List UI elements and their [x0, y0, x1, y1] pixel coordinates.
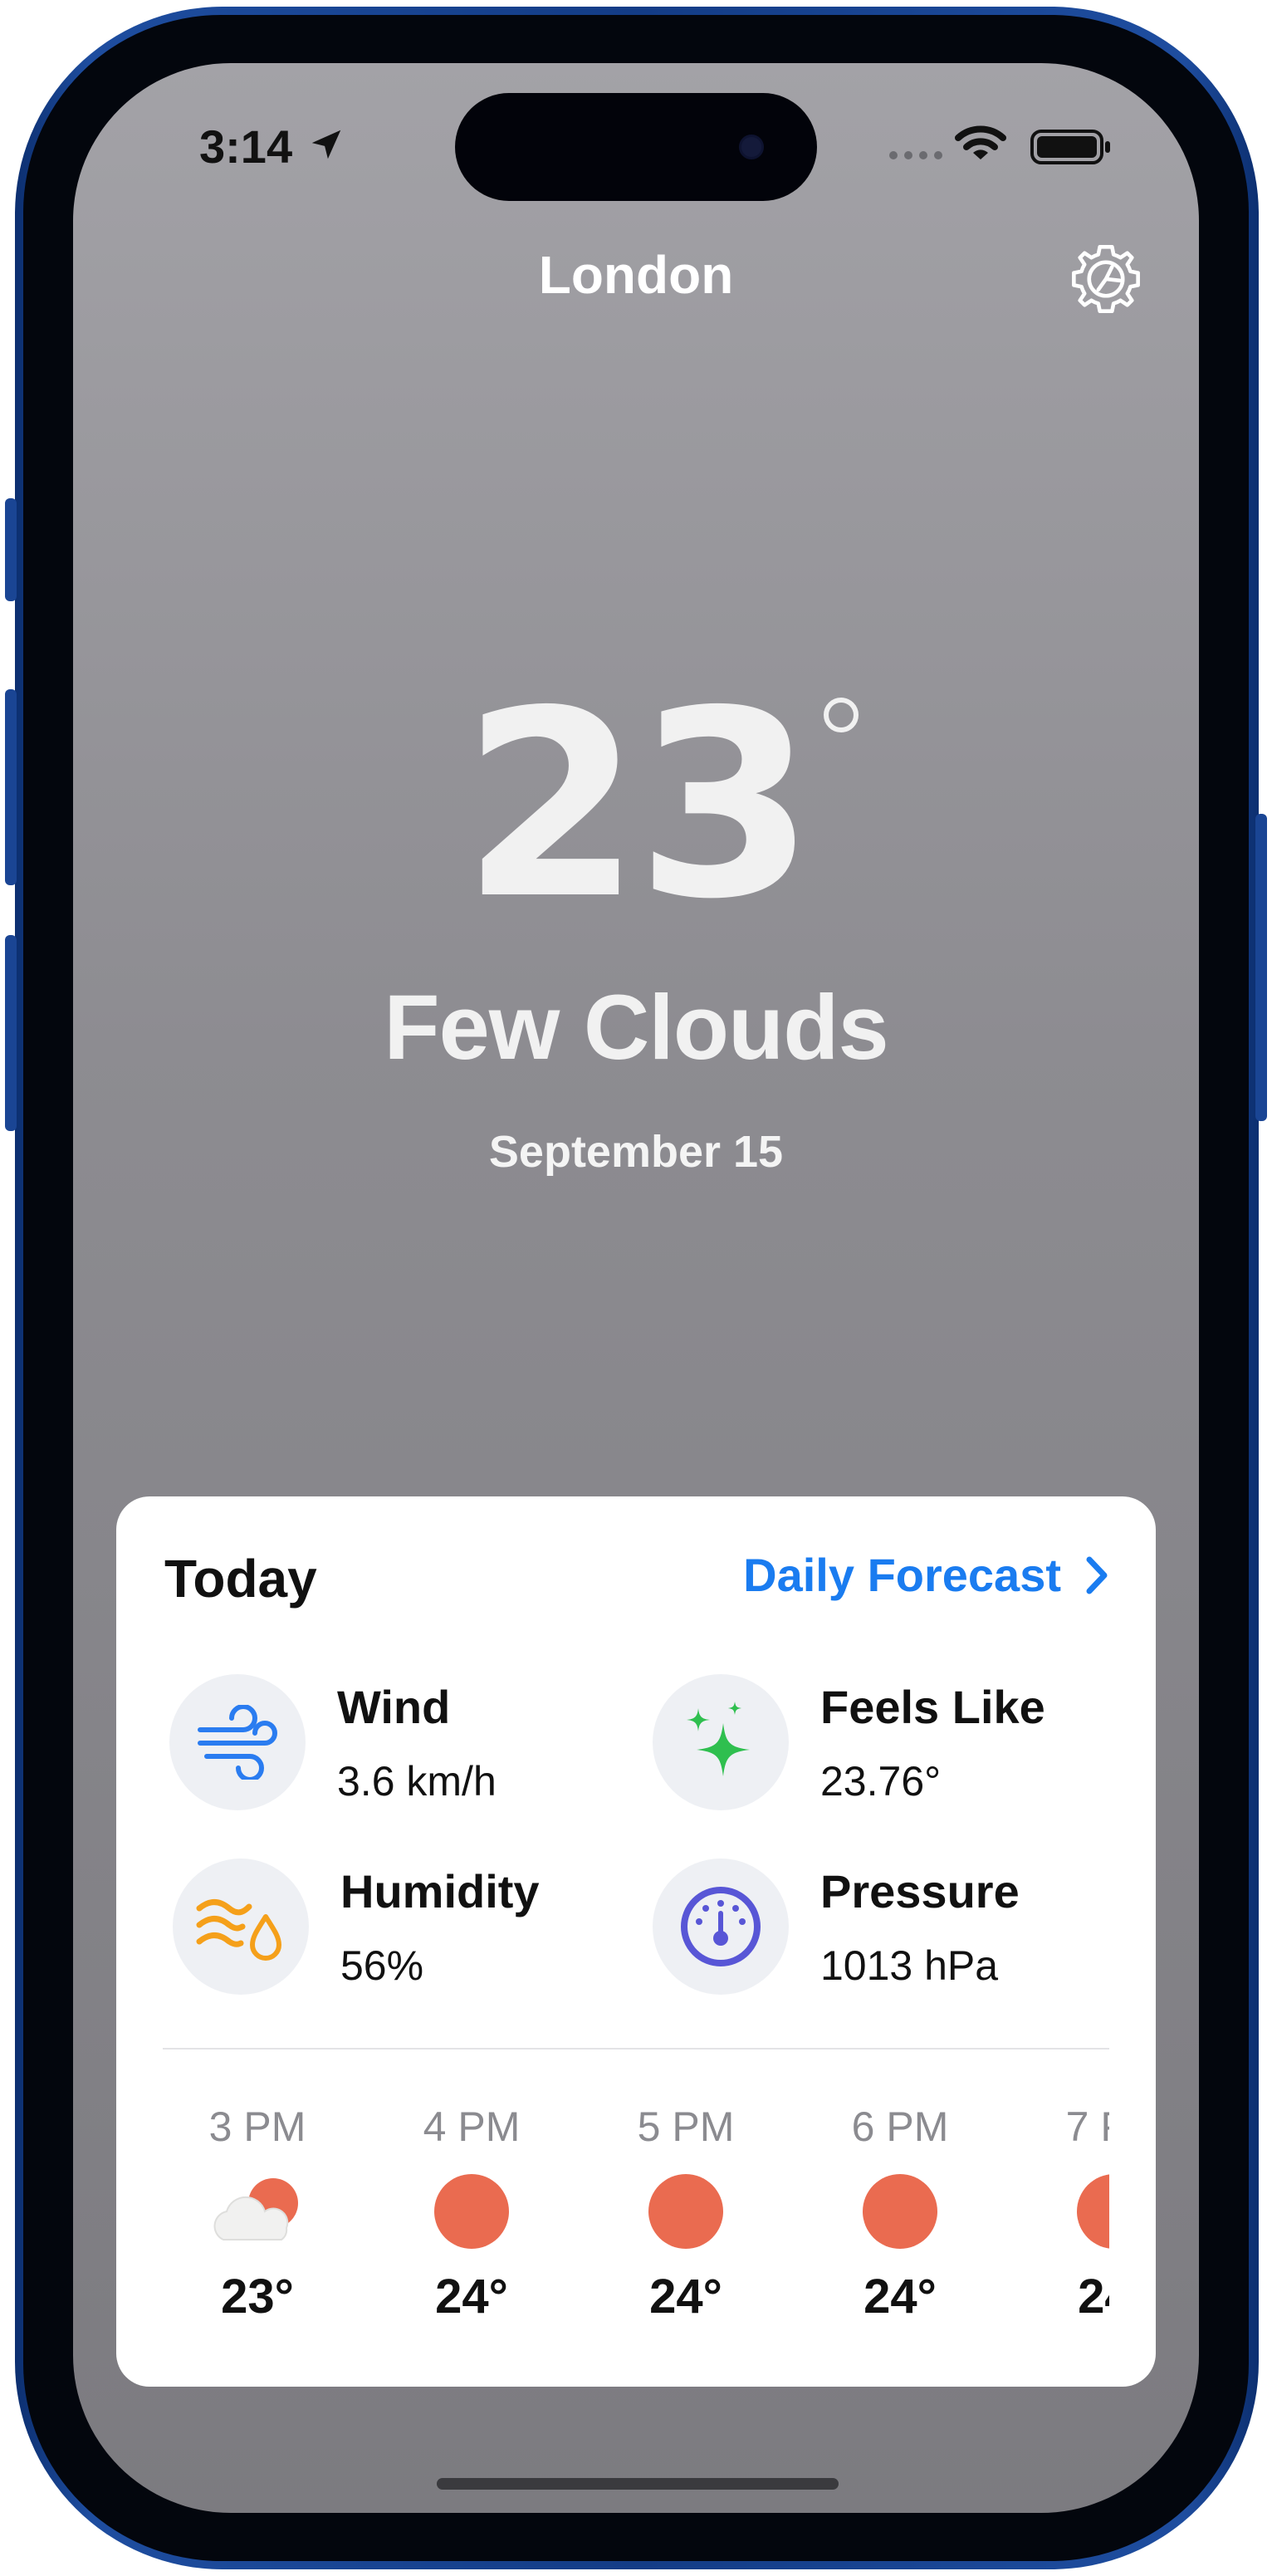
volume-down-button — [5, 935, 17, 1131]
card-title: Today — [164, 1549, 317, 1609]
today-card: Today Daily Forecast Wind 3.6 km/h Feels… — [116, 1496, 1156, 2387]
city-name: London — [538, 245, 734, 305]
sparkles-icon — [653, 1674, 789, 1810]
weather-condition: Few Clouds — [384, 977, 888, 1079]
action-button — [5, 498, 17, 601]
temperature-value: 23 — [462, 656, 815, 956]
hour-time: 6 PM — [851, 2103, 949, 2150]
pressure-value: 1013 hPa — [820, 1942, 999, 1989]
current-date: September 15 — [488, 1127, 784, 1177]
metric-pressure: Pressure 1013 hPa — [653, 1859, 1020, 1995]
feels-like-value: 23.76° — [820, 1757, 942, 1805]
metric-wind: Wind 3.6 km/h — [169, 1674, 497, 1810]
hourly-item: 3 PM 23° — [183, 2103, 332, 2324]
humidity-icon — [173, 1859, 309, 1995]
wind-icon — [169, 1674, 306, 1810]
cellular-signal-icon — [889, 151, 942, 159]
chevron-right-icon — [1086, 1556, 1108, 1594]
battery-icon — [1030, 130, 1110, 164]
degree-symbol — [823, 698, 859, 732]
hour-time: 3 PM — [208, 2103, 306, 2150]
humidity-label: Humidity — [340, 1864, 540, 1917]
app-screen: 3:14 London 23 Few Clouds September 15 T… — [73, 63, 1199, 2513]
wifi-icon — [955, 125, 1006, 159]
metric-humidity: Humidity 56% — [173, 1859, 540, 1995]
daily-forecast-link[interactable]: Daily Forecast — [743, 1548, 1109, 1602]
camera-icon — [739, 135, 764, 159]
power-button — [1255, 814, 1267, 1121]
daily-forecast-label: Daily Forecast — [743, 1549, 1061, 1601]
current-temperature: 23 — [73, 678, 1199, 935]
sun-behind-cloud-icon — [183, 2166, 332, 2257]
sun-icon — [825, 2166, 975, 2257]
sun-icon — [1040, 2166, 1109, 2257]
home-indicator[interactable] — [437, 2478, 839, 2490]
hourly-item: 5 PM 24° — [611, 2103, 761, 2324]
hour-time: 4 PM — [423, 2103, 521, 2150]
pressure-label: Pressure — [820, 1864, 1020, 1917]
hour-temperature: 23° — [221, 2270, 294, 2324]
divider — [163, 2048, 1109, 2050]
hour-temperature: 24° — [1078, 2270, 1109, 2324]
hourly-item: 4 PM 24° — [397, 2103, 546, 2324]
hour-temperature: 24° — [649, 2270, 722, 2324]
feels-like-label: Feels Like — [820, 1680, 1045, 1733]
hourly-forecast[interactable]: 3 PM 23° 4 PM 24° 5 PM 24° 6 PM 24° 7 2 — [163, 2103, 1109, 2343]
wind-label: Wind — [337, 1680, 451, 1733]
hourly-item: 7 PM 24° — [1040, 2103, 1109, 2324]
gauge-icon — [653, 1859, 789, 1995]
hour-time: 7 PM — [1065, 2103, 1109, 2150]
hourly-item: 6 PM 24° — [825, 2103, 975, 2324]
dynamic-island — [455, 93, 817, 201]
sun-icon — [611, 2166, 761, 2257]
wind-value: 3.6 km/h — [337, 1757, 497, 1805]
status-time: 3:14 — [199, 120, 293, 173]
location-arrow-icon — [311, 130, 341, 159]
sun-icon — [397, 2166, 546, 2257]
settings-gear-icon[interactable] — [1068, 241, 1144, 317]
hour-time: 5 PM — [637, 2103, 735, 2150]
hour-temperature: 24° — [435, 2270, 508, 2324]
metric-feels-like: Feels Like 23.76° — [653, 1674, 1045, 1810]
volume-up-button — [5, 689, 17, 885]
humidity-value: 56% — [340, 1942, 424, 1989]
hour-temperature: 24° — [863, 2270, 937, 2324]
